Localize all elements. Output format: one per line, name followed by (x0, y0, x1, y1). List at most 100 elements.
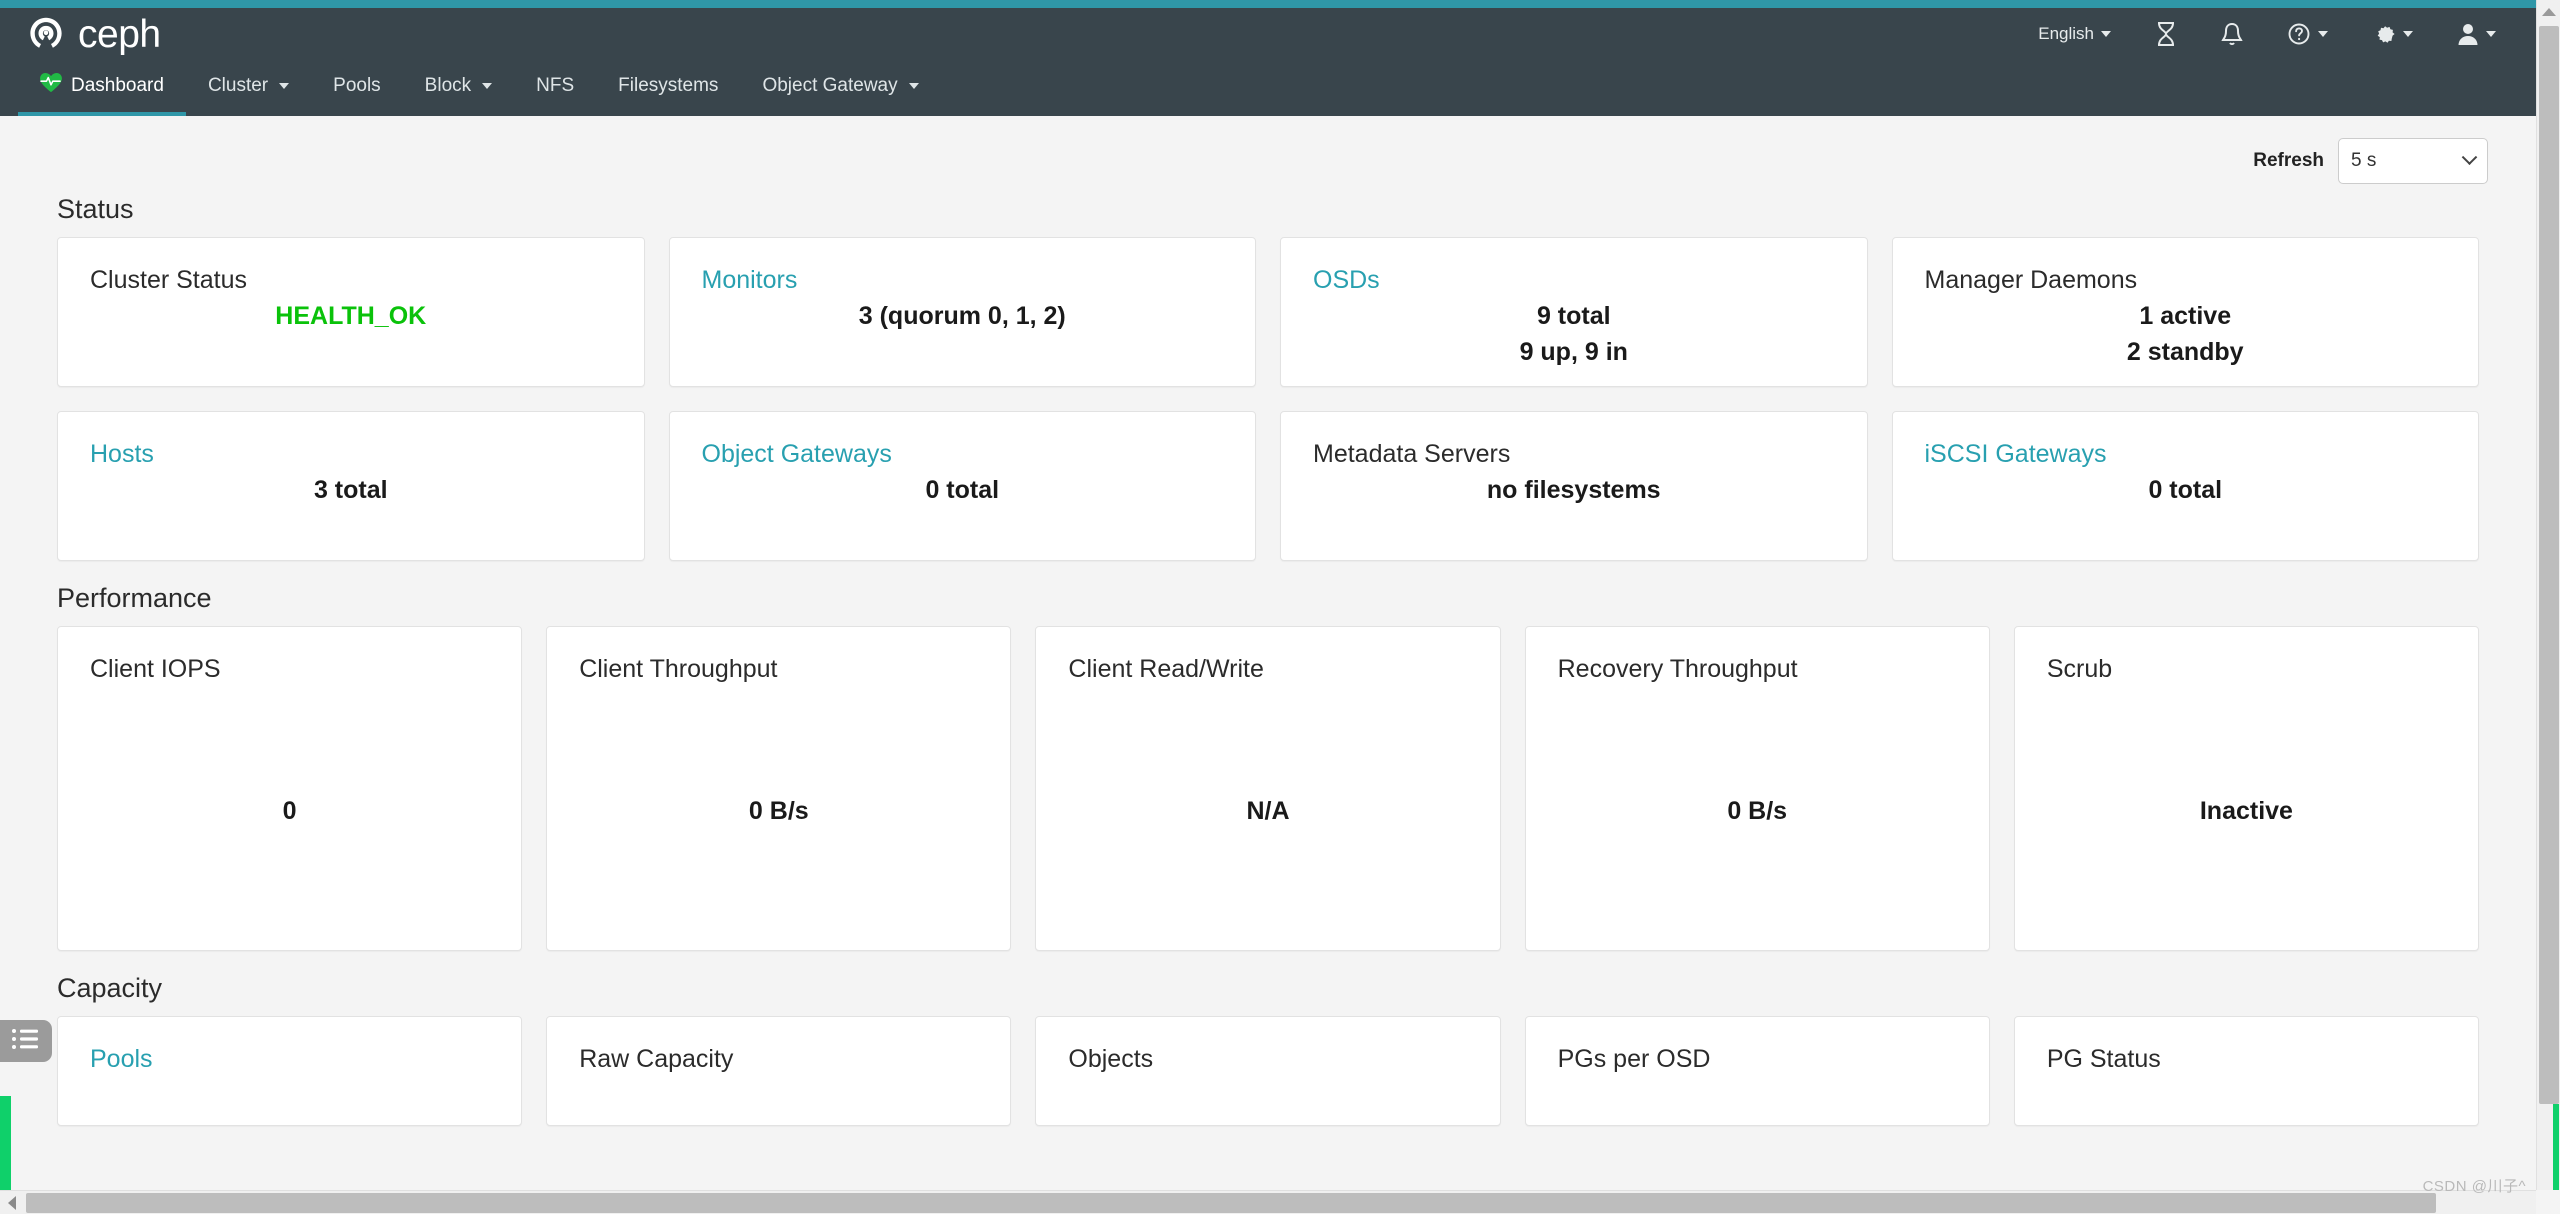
nav-item-label: Dashboard (71, 75, 164, 96)
card-title: Client Throughput (579, 655, 778, 683)
card-raw-capacity: Raw Capacity (546, 1016, 1012, 1126)
card-osds: OSDs 9 total 9 up, 9 in (1280, 237, 1868, 387)
list-menu-icon (11, 1027, 41, 1056)
nav-item-label: Object Gateway (762, 75, 898, 96)
task-hourglass-button[interactable] (2133, 8, 2199, 60)
nav-item-cluster[interactable]: Cluster (186, 60, 311, 116)
user-icon (2457, 22, 2479, 46)
section-title-capacity: Capacity (57, 973, 163, 1003)
nav-item-object-gateway[interactable]: Object Gateway (740, 60, 940, 116)
brand[interactable]: ceph (26, 8, 161, 60)
horizontal-scrollbar[interactable] (0, 1190, 2536, 1214)
card-metadata-servers: Metadata Servers no filesystems (1280, 411, 1868, 561)
nav-item-label: Filesystems (618, 75, 719, 96)
status-cards-row-1: Cluster Status HEALTH_OK Monitors 3 (quo… (0, 237, 2536, 387)
card-value: 0 B/s (1727, 797, 1788, 825)
vertical-scroll-thumb[interactable] (2539, 26, 2559, 1104)
card-value: Inactive (2199, 797, 2293, 825)
card-title-link-pools[interactable]: Pools (58, 1017, 521, 1074)
nav-item-pools[interactable]: Pools (311, 60, 403, 116)
language-label: English (2038, 24, 2094, 43)
notifications-button[interactable] (2199, 8, 2265, 60)
nav-item-nfs[interactable]: NFS (514, 60, 596, 116)
card-title: Client IOPS (90, 655, 221, 683)
card-title-link-osds[interactable]: OSDs (1281, 238, 1867, 295)
user-menu[interactable] (2435, 8, 2518, 60)
heartbeat-icon (40, 73, 62, 99)
capacity-cards-row: Pools Raw Capacity Objects PGs per OSD P… (0, 1016, 2536, 1126)
card-value-secondary: 2 standby (2126, 338, 2244, 366)
card-objects: Objects (1035, 1016, 1501, 1126)
card-hosts: Hosts 3 total (57, 411, 645, 561)
card-title: Metadata Servers (1313, 440, 1511, 468)
scroll-left-button[interactable] (0, 1191, 24, 1214)
sidebar-toggle-button[interactable] (0, 1020, 52, 1062)
dashboard-content: Refresh 5 s Status Cluster Status HEALTH… (0, 116, 2536, 1196)
card-value: 0 total (925, 476, 1000, 504)
chevron-down-icon (2486, 31, 2496, 37)
language-selector[interactable]: English (2016, 8, 2133, 60)
card-client-throughput: Client Throughput 0 B/s (546, 626, 1012, 951)
section-title-performance: Performance (57, 583, 212, 613)
status-cards-row-2: Hosts 3 total Object Gateways 0 total Me… (0, 411, 2536, 561)
refresh-interval-select[interactable]: 5 s (2338, 138, 2488, 184)
card-iscsi-gateways: iSCSI Gateways 0 total (1891, 411, 2479, 561)
card-monitors: Monitors 3 (quorum 0, 1, 2) (668, 237, 1256, 387)
chevron-down-icon (2101, 31, 2111, 37)
refresh-interval-value: 5 s (2351, 150, 2377, 171)
settings-menu[interactable] (2350, 8, 2435, 60)
card-value: HEALTH_OK (58, 301, 644, 331)
card-title-link-object-gateways[interactable]: Object Gateways (670, 412, 1256, 469)
chevron-down-icon (2318, 31, 2328, 37)
triangle-left-icon (8, 1195, 16, 1210)
section-title-status: Status (57, 194, 134, 224)
card-client-read-write: Client Read/Write N/A (1035, 626, 1501, 951)
brand-name: ceph (78, 12, 161, 56)
nav-item-label: Cluster (207, 75, 269, 96)
nav-item-label: Block (424, 75, 472, 96)
card-title: Manager Daemons (1924, 266, 2138, 294)
card-title: Raw Capacity (579, 1045, 734, 1073)
card-value: 0 (282, 797, 297, 825)
card-title-link-iscsi-gateways[interactable]: iSCSI Gateways (1893, 412, 2479, 469)
card-title-link-monitors[interactable]: Monitors (670, 238, 1256, 295)
card-title: Scrub (2046, 655, 2113, 683)
refresh-control-row: Refresh 5 s (0, 116, 2536, 184)
chevron-down-icon (2403, 31, 2413, 37)
card-title: Client Read/Write (1068, 655, 1264, 683)
card-value: 0 B/s (748, 797, 809, 825)
card-value: 1 active (2139, 302, 2232, 330)
card-title: Objects (1068, 1045, 1154, 1073)
card-pools: Pools (57, 1016, 523, 1126)
card-manager-daemons: Manager Daemons 1 active 2 standby (1891, 237, 2479, 387)
nav-item-label: NFS (536, 75, 575, 96)
card-pg-status: PG Status (2013, 1016, 2480, 1126)
chevron-down-icon (482, 83, 493, 89)
question-circle-icon (2287, 22, 2311, 46)
chevron-down-icon (279, 83, 290, 89)
card-object-gateways: Object Gateways 0 total (668, 411, 1256, 561)
health-status-value: HEALTH_OK (275, 302, 427, 330)
top-accent-bar (0, 0, 2536, 8)
main-navigation: Dashboard Cluster Pools Block NFS Filesy… (0, 60, 2536, 116)
nav-item-filesystems[interactable]: Filesystems (596, 60, 740, 116)
card-pgs-per-osd: PGs per OSD (1524, 1016, 1990, 1126)
card-title-link-hosts[interactable]: Hosts (58, 412, 644, 469)
nav-item-block[interactable]: Block (403, 60, 514, 116)
nav-item-dashboard[interactable]: Dashboard (18, 60, 186, 116)
card-recovery-throughput: Recovery Throughput 0 B/s (1524, 626, 1990, 951)
card-value: 3 total (313, 476, 388, 504)
nav-item-label: Pools (333, 75, 381, 96)
vertical-scrollbar[interactable] (2536, 0, 2560, 1190)
help-menu[interactable] (2265, 8, 2350, 60)
chevron-down-icon (2461, 148, 2478, 165)
card-title: Cluster Status (90, 266, 248, 294)
performance-cards-row: Client IOPS 0 Client Throughput 0 B/s Cl… (0, 626, 2536, 951)
ceph-dashboard-app: ceph English Dashboard Cluster Pools Blo… (0, 0, 2560, 1214)
scroll-up-button[interactable] (2537, 0, 2560, 24)
card-title: PGs per OSD (1557, 1045, 1711, 1073)
horizontal-scroll-thumb[interactable] (26, 1192, 2436, 1213)
triangle-up-icon (2541, 8, 2556, 16)
refresh-label: Refresh (2253, 150, 2324, 171)
card-value: N/A (1246, 797, 1290, 825)
